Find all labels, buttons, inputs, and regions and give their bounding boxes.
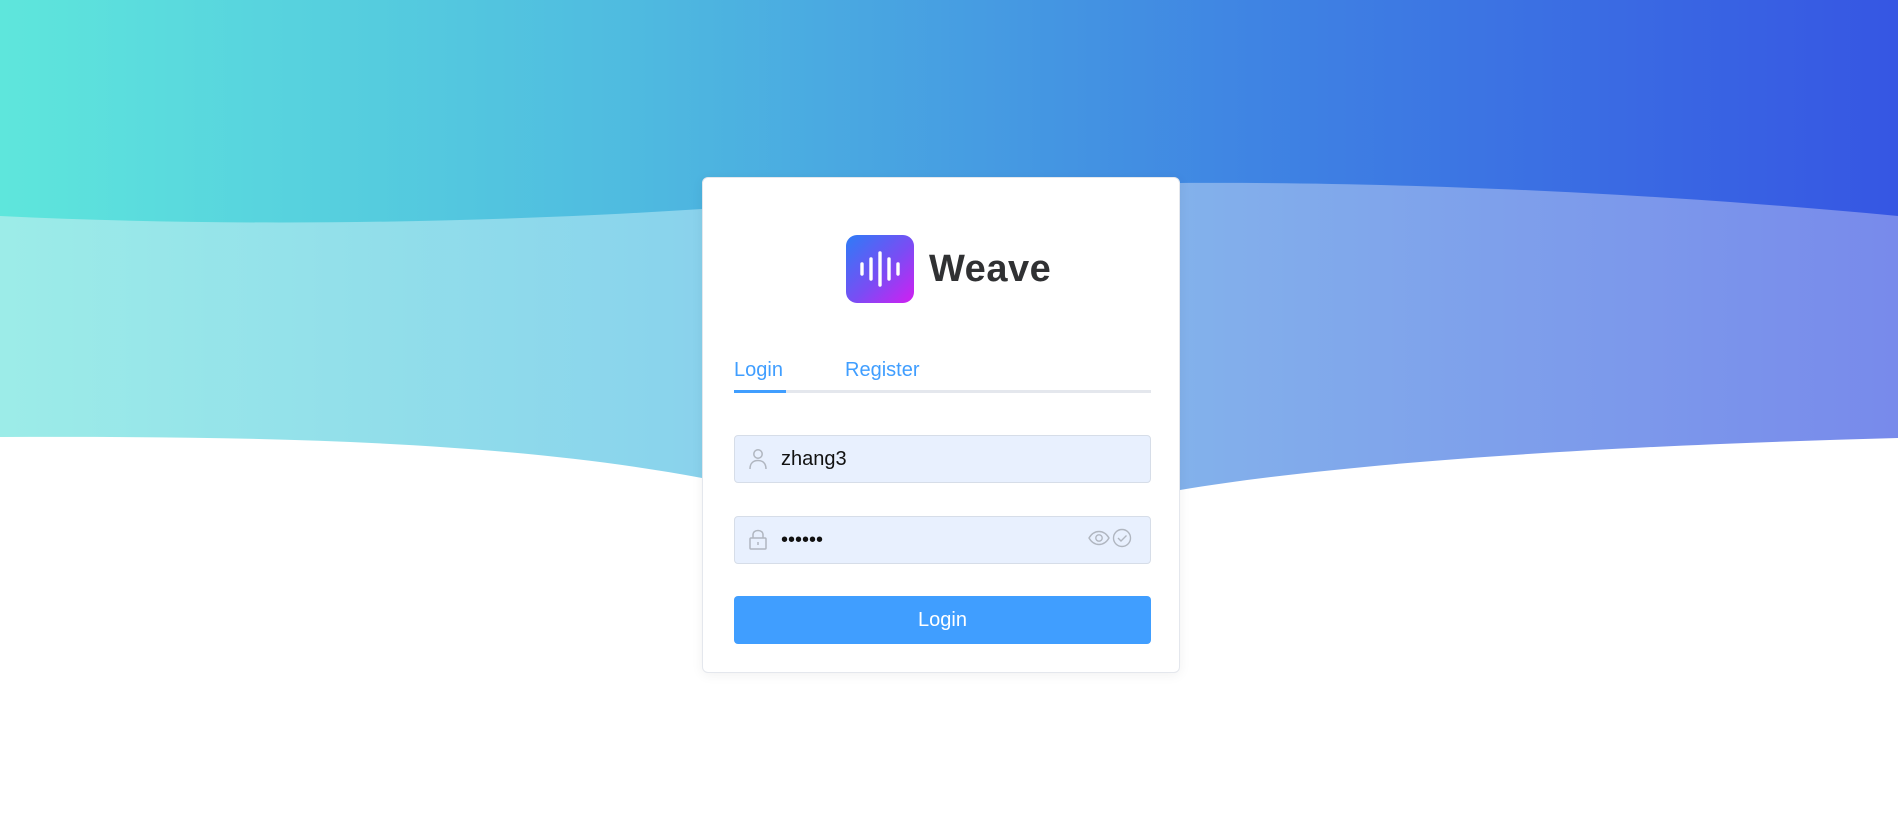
lock-icon (735, 529, 781, 551)
brand: Weave (846, 235, 1051, 303)
password-input[interactable] (781, 517, 1088, 563)
tab-login[interactable]: Login (734, 358, 783, 382)
tab-register[interactable]: Register (845, 358, 919, 382)
active-tab-indicator (734, 390, 786, 393)
login-button[interactable]: Login (734, 596, 1151, 644)
auth-tabs: Login Register (734, 358, 1151, 393)
user-icon (735, 448, 781, 470)
eye-icon[interactable] (1088, 530, 1110, 551)
username-input[interactable] (781, 436, 1150, 482)
password-field[interactable] (734, 516, 1151, 564)
username-field[interactable] (734, 435, 1151, 483)
brand-name: Weave (929, 247, 1052, 290)
login-card: Weave Login Register zhang3 Login (702, 177, 1180, 673)
audio-wave-icon (846, 235, 914, 303)
check-circle-icon (1112, 528, 1132, 553)
